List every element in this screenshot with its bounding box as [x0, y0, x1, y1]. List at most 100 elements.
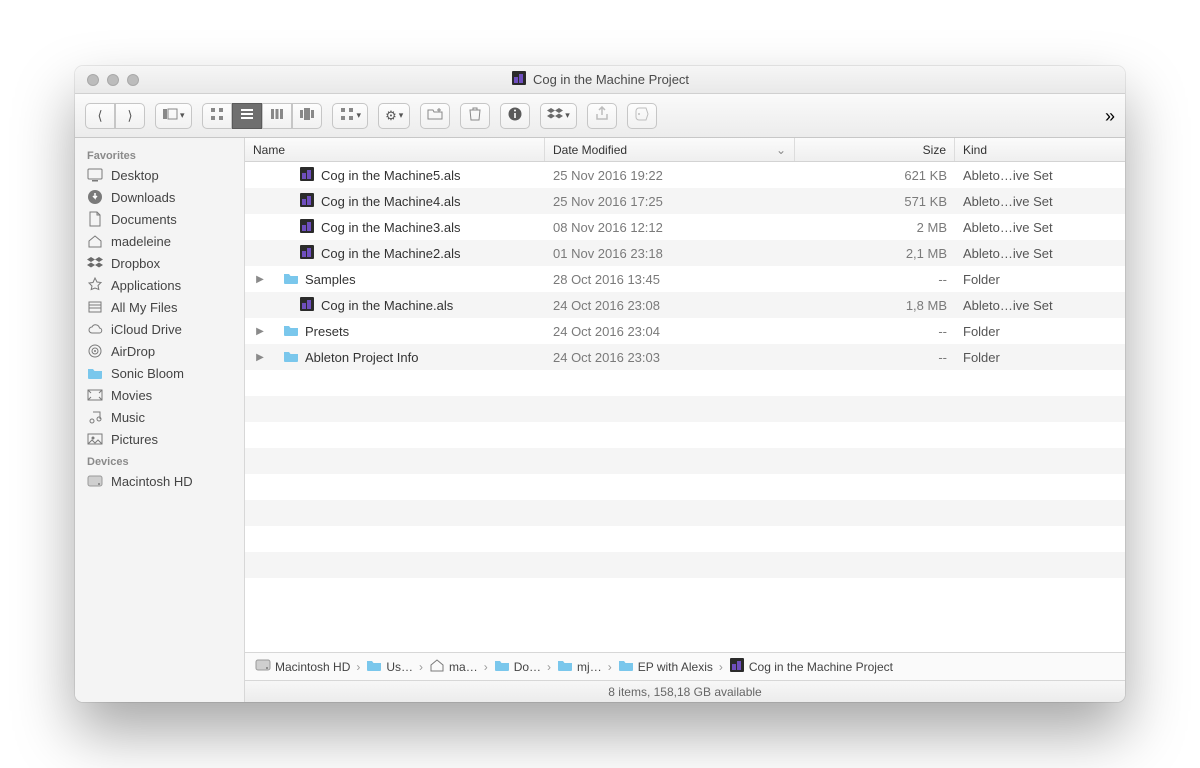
view-list-button[interactable] — [232, 103, 262, 129]
view-coverflow-button[interactable] — [292, 103, 322, 129]
file-kind: Folder — [955, 324, 1125, 339]
file-row[interactable]: Cog in the Machine4.als25 Nov 2016 17:25… — [245, 188, 1125, 214]
desktop-icon — [87, 167, 103, 183]
sidebar-item-applications[interactable]: Applications — [75, 274, 244, 296]
music-icon — [87, 409, 103, 425]
sidebar-item-label: Movies — [111, 388, 152, 403]
dropbox-button[interactable]: ▾ — [540, 103, 577, 129]
path-separator-icon: › — [419, 660, 423, 674]
path-segment[interactable]: ma… — [429, 657, 478, 676]
column-size[interactable]: Size — [795, 138, 955, 161]
folder-icon — [557, 657, 573, 676]
path-segment[interactable]: Macintosh HD — [255, 657, 350, 676]
ableton-file-icon — [299, 166, 315, 185]
sidebar-item-label: AirDrop — [111, 344, 155, 359]
file-list[interactable]: Cog in the Machine5.als25 Nov 2016 19:22… — [245, 162, 1125, 652]
als-icon — [729, 657, 745, 676]
disclosure-triangle-icon[interactable]: ▶ — [253, 352, 267, 363]
view-icons-button[interactable] — [202, 103, 232, 129]
empty-row — [245, 526, 1125, 552]
path-separator-icon: › — [547, 660, 551, 674]
file-kind: Ableto…ive Set — [955, 298, 1125, 313]
new-folder-button[interactable] — [420, 103, 450, 129]
folder-icon — [283, 322, 299, 341]
disclosure-triangle-icon[interactable]: ▶ — [253, 274, 267, 285]
sidebar-item-label: Desktop — [111, 168, 159, 183]
toolbar-overflow-button[interactable]: » — [1105, 107, 1115, 125]
empty-row — [245, 500, 1125, 526]
file-row[interactable]: Cog in the Machine3.als 08 Nov 2016 12:12… — [245, 214, 1125, 240]
file-size: 2,1 MB — [795, 246, 955, 261]
delete-button[interactable] — [460, 103, 490, 129]
sidebar-item-label: Macintosh HD — [111, 474, 193, 489]
sidebar-item-all-my-files[interactable]: All My Files — [75, 296, 244, 318]
title-folder-icon — [511, 70, 527, 89]
tags-button[interactable] — [627, 103, 657, 129]
folder-icon — [283, 348, 299, 367]
sidebar-item-macintosh-hd[interactable]: Macintosh HD — [75, 470, 244, 492]
path-segment[interactable]: Us… — [366, 657, 413, 676]
path-segment[interactable]: Cog in the Machine Project — [729, 657, 893, 676]
close-window-button[interactable] — [87, 74, 99, 86]
arrange-button[interactable]: ▾ — [332, 103, 369, 129]
path-segment[interactable]: Do… — [494, 657, 541, 676]
file-date: 08 Nov 2016 12:12 — [545, 220, 795, 235]
file-size: 1,8 MB — [795, 298, 955, 313]
forward-button[interactable]: ⟩ — [115, 103, 145, 129]
finder-window: Cog in the Machine Project ⟨ ⟩ ▾ ▾ ⚙︎▾ ▾… — [75, 66, 1125, 702]
column-name[interactable]: Name — [245, 138, 545, 161]
column-kind[interactable]: Kind — [955, 138, 1125, 161]
view-columns-button[interactable] — [262, 103, 292, 129]
sidebar-item-downloads[interactable]: Downloads — [75, 186, 244, 208]
minimize-window-button[interactable] — [107, 74, 119, 86]
sidebar-item-label: Music — [111, 410, 145, 425]
column-date-modified[interactable]: Date Modified⌄ — [545, 138, 795, 161]
dropbox-icon — [87, 255, 103, 271]
status-text: 8 items, 158,18 GB available — [608, 685, 761, 699]
home-icon — [429, 657, 445, 676]
action-button[interactable]: ⚙︎▾ — [378, 103, 410, 129]
sidebar-item-madeleine[interactable]: madeleine — [75, 230, 244, 252]
folder-icon — [366, 657, 382, 676]
file-name: Cog in the Machine.als — [321, 298, 453, 313]
back-button[interactable]: ⟨ — [85, 103, 115, 129]
sidebar-item-documents[interactable]: Documents — [75, 208, 244, 230]
sidebar-toggle-button[interactable]: ▾ — [155, 103, 192, 129]
sidebar-item-sonic-bloom[interactable]: Sonic Bloom — [75, 362, 244, 384]
file-row[interactable]: ▶Samples28 Oct 2016 13:45--Folder — [245, 266, 1125, 292]
file-row[interactable]: ▶Ableton Project Info24 Oct 2016 23:03--… — [245, 344, 1125, 370]
path-segment[interactable]: EP with Alexis — [618, 657, 713, 676]
sidebar-item-desktop[interactable]: Desktop — [75, 164, 244, 186]
sidebar-item-icloud-drive[interactable]: iCloud Drive — [75, 318, 244, 340]
file-date: 24 Oct 2016 23:04 — [545, 324, 795, 339]
file-row[interactable]: Cog in the Machine2.als01 Nov 2016 23:18… — [245, 240, 1125, 266]
sidebar-item-label: Pictures — [111, 432, 158, 447]
path-segment-label: Us… — [386, 660, 413, 674]
get-info-button[interactable] — [500, 103, 530, 129]
empty-row — [245, 474, 1125, 500]
file-row[interactable]: ▶Presets24 Oct 2016 23:04--Folder — [245, 318, 1125, 344]
path-segment[interactable]: mj… — [557, 657, 602, 676]
list-icon — [239, 106, 255, 125]
sidebar-item-dropbox[interactable]: Dropbox — [75, 252, 244, 274]
file-size: -- — [795, 324, 955, 339]
coverflow-icon — [299, 106, 315, 125]
file-name: Cog in the Machine3.als — [321, 220, 460, 235]
ableton-file-icon — [299, 244, 315, 263]
folder-icon — [618, 657, 634, 676]
chevron-double-right-icon: » — [1105, 106, 1115, 126]
file-name: Cog in the Machine5.als — [321, 168, 460, 183]
ableton-file-icon — [299, 296, 315, 315]
zoom-window-button[interactable] — [127, 74, 139, 86]
sidebar-item-music[interactable]: Music — [75, 406, 244, 428]
share-button[interactable] — [587, 103, 617, 129]
disclosure-triangle-icon[interactable]: ▶ — [253, 326, 267, 337]
file-row[interactable]: Cog in the Machine5.als25 Nov 2016 19:22… — [245, 162, 1125, 188]
sidebar-item-airdrop[interactable]: AirDrop — [75, 340, 244, 362]
path-segment-label: mj… — [577, 660, 602, 674]
file-size: -- — [795, 272, 955, 287]
file-row[interactable]: Cog in the Machine.als24 Oct 2016 23:081… — [245, 292, 1125, 318]
sidebar-item-movies[interactable]: Movies — [75, 384, 244, 406]
sidebar-item-pictures[interactable]: Pictures — [75, 428, 244, 450]
chevron-down-icon: ▾ — [357, 110, 362, 121]
